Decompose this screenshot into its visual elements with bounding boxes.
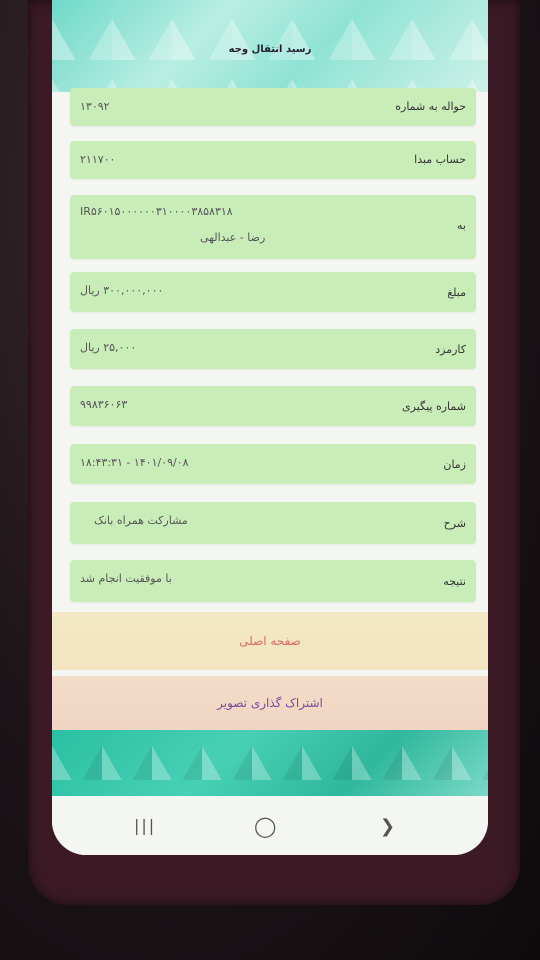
row-value: ۲۵,۰۰۰ ریال bbox=[80, 341, 137, 354]
row-time: زمان ۱۴۰۱/۰۹/۰۸ - ۱۸:۴۳:۳۱ bbox=[70, 444, 476, 484]
row-label: کارمزد bbox=[435, 343, 466, 356]
row-transfer-number: حواله به شماره ۱۳۰۹۲ bbox=[70, 88, 476, 126]
row-value-name: رضا - عبدالهی bbox=[200, 231, 266, 244]
row-tracking-number: شماره پیگیری ۹۹۸۳۶۰۶۳ bbox=[70, 386, 476, 426]
share-image-button[interactable]: اشتراک گذاری تصویر bbox=[52, 676, 488, 730]
row-source-account: حساب مبدا ۲۱۱۷۰۰ bbox=[70, 141, 476, 179]
row-label: به bbox=[457, 219, 466, 232]
home-nav-icon[interactable]: ◯ bbox=[254, 814, 276, 838]
row-destination: به IR۵۶۰۱۵۰۰۰۰۰۰۳۱۰۰۰۰۳۸۵۸۳۱۸ رضا - عبدا… bbox=[70, 195, 476, 259]
screen: رسید انتقال وجه حواله به شماره ۱۳۰۹۲ حسا… bbox=[52, 0, 488, 855]
home-page-button[interactable]: صفحه اصلی bbox=[52, 612, 488, 670]
row-value: با موفقیت انجام شد bbox=[80, 572, 172, 585]
row-label: حساب مبدا bbox=[414, 153, 466, 166]
row-label: حواله به شماره bbox=[395, 100, 466, 113]
page-title: رسید انتقال وجه bbox=[228, 44, 312, 55]
footer-pattern bbox=[52, 730, 488, 796]
row-amount: مبلغ ۳۰۰,۰۰۰,۰۰۰ ریال bbox=[70, 272, 476, 312]
row-label: شرح bbox=[443, 517, 466, 530]
row-result: نتیجه با موفقیت انجام شد bbox=[70, 560, 476, 602]
row-description: شرح مشارکت همراه بانک bbox=[70, 502, 476, 544]
row-value: مشارکت همراه بانک bbox=[94, 514, 188, 527]
row-value: ۳۰۰,۰۰۰,۰۰۰ ریال bbox=[80, 284, 164, 297]
row-label: نتیجه bbox=[443, 575, 466, 588]
row-value: ۱۴۰۱/۰۹/۰۸ - ۱۸:۴۳:۳۱ bbox=[80, 456, 189, 469]
row-value: ۲۱۱۷۰۰ bbox=[80, 153, 116, 166]
recents-nav-icon[interactable]: ||| bbox=[134, 816, 156, 835]
row-value: ۹۹۸۳۶۰۶۳ bbox=[80, 398, 128, 411]
row-value: ۱۳۰۹۲ bbox=[80, 100, 110, 113]
row-value-iban: IR۵۶۰۱۵۰۰۰۰۰۰۳۱۰۰۰۰۳۸۵۸۳۱۸ bbox=[80, 205, 233, 218]
back-nav-icon[interactable]: ❯ bbox=[380, 816, 395, 837]
row-label: شماره پیگیری bbox=[402, 400, 466, 413]
row-fee: کارمزد ۲۵,۰۰۰ ریال bbox=[70, 329, 476, 369]
row-label: مبلغ bbox=[447, 286, 466, 299]
system-navbar: ||| ◯ ❯ bbox=[52, 796, 488, 855]
row-label: زمان bbox=[443, 458, 466, 471]
